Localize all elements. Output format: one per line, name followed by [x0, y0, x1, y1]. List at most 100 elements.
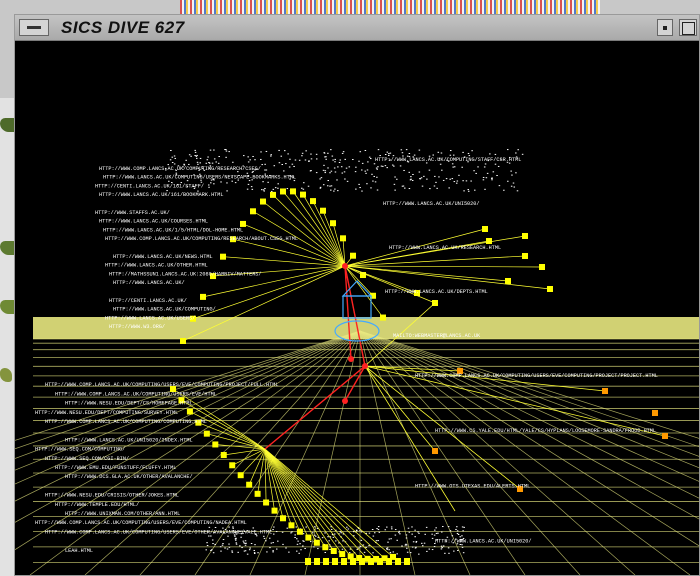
node-speck — [228, 543, 230, 545]
node-label: HTTP://WWW.TEMPLE.EDU/HTML/ — [55, 502, 139, 508]
node-speck — [361, 190, 363, 192]
node-speck — [434, 175, 436, 177]
page-node — [220, 253, 226, 260]
node-speck — [391, 528, 393, 530]
node-speck — [433, 185, 436, 187]
node-speck — [386, 547, 388, 549]
node-speck — [406, 551, 409, 553]
node-speck — [486, 172, 489, 174]
web-graph-scene[interactable]: HTTP://WWW.LANCS.AC.UK/COMPUTING/STAFF/C… — [15, 41, 699, 575]
node-speck — [440, 545, 443, 547]
node-speck — [370, 187, 372, 189]
node-speck — [330, 189, 332, 191]
node-speck — [303, 540, 305, 542]
node-speck — [424, 533, 426, 535]
minimize-button[interactable] — [657, 19, 673, 36]
node-speck — [373, 532, 376, 534]
page-node — [212, 441, 219, 448]
node-speck — [391, 164, 394, 166]
node-speck — [468, 155, 471, 157]
node-speck — [315, 172, 318, 174]
page-node — [290, 188, 296, 195]
node-speck — [334, 158, 336, 160]
node-speck — [470, 180, 472, 182]
node-speck — [410, 176, 412, 178]
link-line — [264, 448, 335, 552]
node-speck — [419, 178, 421, 180]
node-speck — [251, 188, 254, 190]
node-speck — [235, 542, 238, 544]
node-speck — [377, 149, 380, 151]
3d-viewport[interactable]: HTTP://WWW.LANCS.AC.UK/COMPUTING/STAFF/C… — [15, 41, 699, 575]
window-menu-button[interactable] — [19, 19, 49, 36]
node-speck — [389, 551, 392, 553]
node-speck — [461, 166, 463, 168]
node-speck — [388, 154, 390, 156]
node-speck — [449, 530, 452, 532]
node-label: HTTP://WWW.STAFFS.AC.UK/ — [95, 210, 170, 216]
page-node — [300, 191, 306, 198]
node-speck — [330, 149, 332, 151]
page-node — [186, 408, 193, 415]
page-node — [313, 539, 320, 546]
node-speck — [408, 188, 411, 190]
node-speck — [344, 158, 346, 160]
node-speck — [227, 535, 229, 537]
node-speck — [225, 156, 227, 158]
node-label: HTTP://WWW.OTS.UTEXAS.EDU/ALERTS.HTML — [415, 483, 530, 489]
node-speck — [240, 536, 242, 538]
node-label: HTTP://WWW.EMU.EDU/FUNSTUFF/FLUFFY.HTML — [55, 465, 176, 471]
node-speck — [442, 179, 445, 181]
node-label: HTTP://WWW.COMP.LANCS.AC.UK/COMPUTING/US… — [45, 529, 272, 535]
page-node — [270, 191, 276, 198]
node-speck — [511, 174, 513, 176]
node-speck — [346, 180, 349, 182]
node-speck — [289, 158, 291, 160]
page-node — [271, 507, 278, 514]
floor-ray — [139, 330, 361, 575]
node-speck — [343, 171, 346, 173]
page-node — [359, 558, 365, 565]
node-speck — [407, 527, 410, 529]
node-speck — [425, 526, 428, 528]
window-titlebar[interactable]: SICS DIVE 627 — [15, 15, 699, 41]
node-speck — [331, 155, 334, 157]
node-speck — [319, 178, 321, 180]
page-node — [310, 198, 316, 205]
node-speck — [302, 533, 305, 535]
node-speck — [173, 163, 176, 165]
node-speck — [459, 536, 462, 538]
node-speck — [268, 537, 271, 539]
node-speck — [185, 159, 187, 161]
node-label: HTTP://CENTI.LANCS.AC.UK/ — [109, 298, 187, 304]
node-speck — [496, 175, 498, 177]
maximize-button[interactable] — [679, 19, 697, 36]
node-speck — [363, 551, 366, 553]
node-speck — [418, 149, 421, 151]
node-speck — [461, 526, 464, 528]
node-speck — [340, 166, 343, 168]
node-speck — [378, 531, 381, 533]
node-speck — [512, 182, 515, 184]
node-speck — [358, 547, 360, 549]
node-speck — [213, 158, 216, 160]
node-speck — [440, 548, 443, 550]
node-speck — [299, 543, 301, 545]
node-speck — [220, 181, 222, 183]
node-speck — [356, 548, 358, 550]
node-label: HTTP://WWW.SEQ.COM/CGI-BIN/ — [45, 456, 129, 462]
node-speck — [394, 529, 397, 531]
node-speck — [483, 166, 486, 168]
node-speck — [361, 169, 363, 171]
node-speck — [218, 156, 220, 158]
node-speck — [386, 526, 388, 528]
node-speck — [277, 187, 279, 189]
node-speck — [254, 159, 256, 161]
node-speck — [249, 547, 251, 549]
page-node — [339, 551, 346, 558]
node-speck — [421, 542, 423, 544]
node-label: HTTP://WWW.COMP.LANCS.AC.UK/COMPUTING/RE… — [105, 236, 298, 242]
floor-ray — [304, 330, 361, 575]
node-speck — [247, 156, 249, 158]
node-speck — [428, 169, 431, 171]
